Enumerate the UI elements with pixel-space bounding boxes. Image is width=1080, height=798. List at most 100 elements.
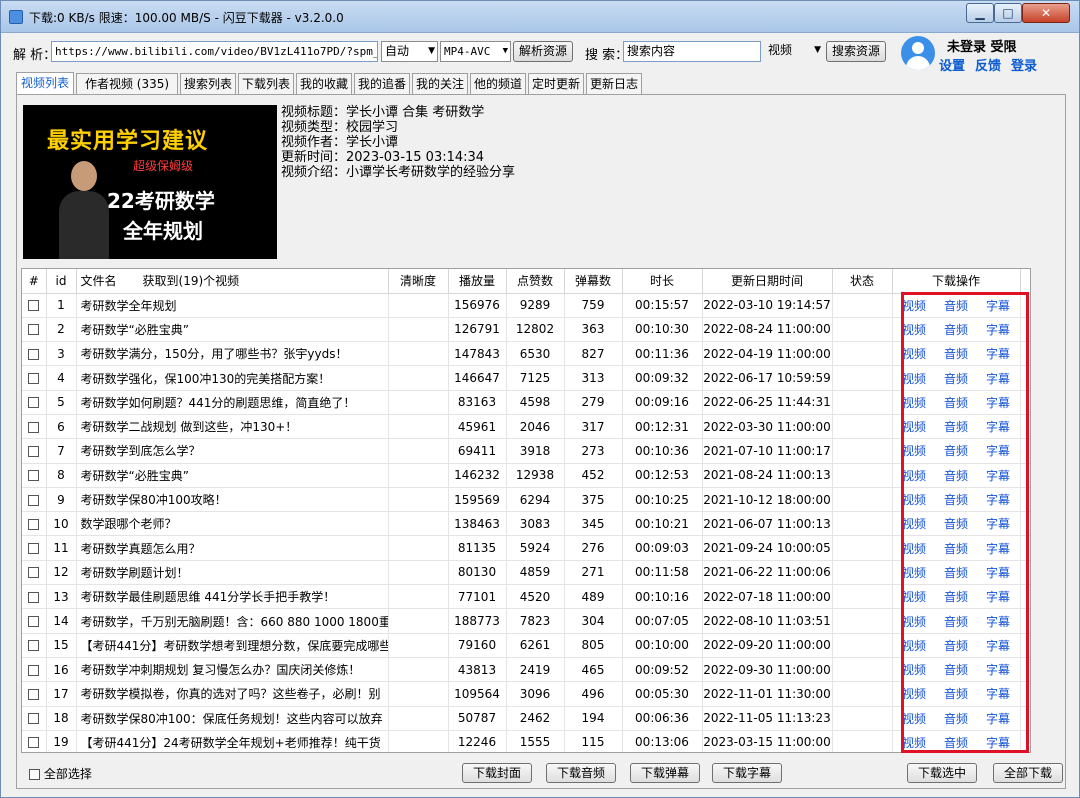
table-row[interactable]: 10 数学跟哪个老师？ 138463 3083 345 00:10:21 2021-06-0… [22, 511, 1030, 537]
cell-plays: 147843 [448, 341, 507, 367]
row-checkbox[interactable] [28, 543, 40, 555]
col-filler [1020, 269, 1030, 294]
table-row[interactable]: 16 考研数学冲刺期规划 复习慢怎么办？国庆闭关修炼！ 43813 2419 465 00… [22, 657, 1030, 683]
row-checkbox[interactable] [28, 688, 40, 700]
download-cover-button[interactable]: 下载封面 [462, 763, 532, 783]
download-subtitle-button[interactable]: 下载字幕 [712, 763, 782, 783]
row-checkbox[interactable] [28, 397, 40, 409]
search-button[interactable]: 搜索资源 [826, 41, 886, 62]
row-checkbox[interactable] [28, 300, 40, 312]
download-danmaku-button[interactable]: 下载弹幕 [630, 763, 700, 783]
title-bar[interactable]: 下载:0 KB/s 限速：100.00 MB/S - 闪豆下载器 - v3.2.… [1, 1, 1079, 33]
cell-plays: 77101 [448, 584, 507, 610]
row-checkbox[interactable] [28, 324, 40, 336]
cell-likes: 5924 [506, 535, 565, 561]
row-checkbox[interactable] [28, 373, 40, 385]
download-selected-button[interactable]: 下载选中 [907, 763, 977, 783]
col-name[interactable]: 文件名 获取到(19)个视频 [76, 269, 389, 294]
login-link[interactable]: 登录 [1011, 55, 1037, 74]
row-checkbox[interactable] [28, 737, 40, 749]
table-row[interactable]: 17 考研数学模拟卷，你真的选对了吗？这些卷子，必刷！别 109564 3096 496… [22, 681, 1030, 707]
col-likes[interactable]: 点赞数 [506, 269, 565, 294]
download-all-button[interactable]: 全部下载 [993, 763, 1063, 783]
cell-name: 考研数学保80冲100：保底任务规划！这些内容可以放弃 [76, 706, 389, 731]
cell-checkbox [22, 341, 47, 367]
row-checkbox[interactable] [28, 567, 40, 579]
thumb-tag: 超级保姆级 [133, 159, 194, 173]
row-checkbox[interactable] [28, 713, 40, 725]
video-title: 视频标题：学长小谭 合集 考研数学 [281, 105, 485, 120]
row-checkbox[interactable] [28, 494, 40, 506]
table-row[interactable]: 2 考研数学“必胜宝典” 126791 12802 363 00:10:30 2022-08… [22, 317, 1030, 343]
tab-channel[interactable]: 他的频道 [470, 73, 526, 95]
tab-search-list[interactable]: 搜索列表 [180, 73, 236, 95]
col-danmaku[interactable]: 弹幕数 [564, 269, 623, 294]
select-all[interactable]: 全部选择 [29, 765, 92, 782]
table-row[interactable]: 7 考研数学到底怎么学？ 69411 3918 273 00:10:36 2021-07-1… [22, 438, 1030, 464]
col-num[interactable]: # [22, 269, 47, 294]
col-quality[interactable]: 清晰度 [388, 269, 449, 294]
cell-checkbox [22, 560, 47, 586]
table-row[interactable]: 19 【考研441分】24考研数学全年规划+老师推荐！纯干货 12246 1555 11… [22, 730, 1030, 752]
mode-select[interactable]: 自动 ▼ [381, 41, 438, 62]
tab-following-series[interactable]: 我的追番 [354, 73, 410, 95]
cell-status [832, 511, 893, 537]
row-checkbox[interactable] [28, 421, 40, 433]
row-checkbox[interactable] [28, 445, 40, 457]
table-row[interactable]: 12 考研数学刷题计划！ 80130 4859 271 00:11:58 2021-06-2… [22, 560, 1030, 586]
tab-following[interactable]: 我的关注 [412, 73, 468, 95]
col-id[interactable]: id [46, 269, 77, 294]
tab-author-videos[interactable]: 作者视频 (335) [76, 73, 178, 95]
feedback-link[interactable]: 反馈 [975, 55, 1001, 74]
tab-video-list[interactable]: 视频列表 [16, 72, 74, 96]
table-row[interactable]: 9 考研数学保80冲100攻略！ 159569 6294 375 00:10:25 2021… [22, 487, 1030, 513]
cell-danmaku: 363 [564, 317, 623, 343]
minimize-button[interactable]: ▁ [966, 3, 994, 23]
row-checkbox[interactable] [28, 616, 40, 627]
search-input[interactable]: 搜索内容 [623, 41, 761, 62]
row-checkbox[interactable] [28, 470, 40, 482]
settings-link[interactable]: 设置 [939, 55, 965, 74]
select-all-checkbox[interactable] [29, 769, 40, 780]
table-row[interactable]: 5 考研数学如何刷题？441分的刷题思维，简直绝了！ 83163 4598 279 00:… [22, 390, 1030, 415]
table-row[interactable]: 1 考研数学全年规划 156976 9289 759 00:15:57 2022-03-10… [22, 293, 1030, 318]
table-row[interactable]: 14 考研数学，千万别无脑刷题！含：660 880 1000 1800重 18877… [22, 608, 1030, 634]
row-checkbox[interactable] [28, 640, 40, 652]
table-row[interactable]: 18 考研数学保80冲100：保底任务规划！这些内容可以放弃 50787 2462 19… [22, 706, 1030, 731]
cell-danmaku: 273 [564, 438, 623, 464]
row-checkbox[interactable] [28, 518, 40, 530]
col-status[interactable]: 状态 [832, 269, 893, 294]
cell-checkbox [22, 390, 47, 415]
col-duration[interactable]: 时长 [622, 269, 703, 294]
maximize-button[interactable]: □ [994, 3, 1022, 23]
download-audio-button[interactable]: 下载音频 [546, 763, 616, 783]
close-button[interactable]: ✕ [1022, 3, 1070, 23]
col-ops[interactable]: 下载操作 [892, 269, 1021, 294]
tab-favorites[interactable]: 我的收藏 [296, 73, 352, 95]
cell-plays: 138463 [448, 511, 507, 537]
tab-download-list[interactable]: 下载列表 [238, 73, 294, 95]
table-row[interactable]: 3 考研数学满分，150分，用了哪些书？张宇yyds！ 147843 6530 827 0… [22, 341, 1030, 367]
cell-duration: 00:10:30 [622, 317, 703, 343]
table-row[interactable]: 11 考研数学真题怎么用？ 81135 5924 276 00:09:03 2021-09-… [22, 535, 1030, 561]
row-checkbox[interactable] [28, 348, 40, 360]
parse-button[interactable]: 解析资源 [513, 41, 573, 62]
tab-scheduled-update[interactable]: 定时更新 [528, 73, 584, 95]
table-row[interactable]: 6 考研数学二战规划 做到这些，冲130+！ 45961 2046 317 00:12:3… [22, 414, 1030, 440]
avatar[interactable] [901, 36, 935, 70]
cell-plays: 126791 [448, 317, 507, 343]
table-row[interactable]: 15 【考研441分】考研数学想考到理想分数，保底要完成哪些 79160 6261 80… [22, 633, 1030, 658]
row-checkbox[interactable] [28, 591, 40, 603]
format-select[interactable]: MP4-AVC ▼ [440, 41, 511, 62]
table-row[interactable]: 4 考研数学强化，保100冲130的完美搭配方案！ 146647 7125 313 00:… [22, 365, 1030, 391]
row-checkbox[interactable] [28, 664, 40, 676]
url-input[interactable]: https://www.bilibili.com/video/BV1zL411o… [51, 41, 378, 62]
col-plays[interactable]: 播放量 [448, 269, 507, 294]
tab-changelog[interactable]: 更新日志 [586, 73, 642, 95]
table-row[interactable]: 8 考研数学“必胜宝典” 146232 12938 452 00:12:53 2021-08… [22, 463, 1030, 488]
cell-status [832, 293, 893, 318]
table-row[interactable]: 13 考研数学最佳刷题思维 441分学长手把手教学！ 77101 4520 489 00:… [22, 584, 1030, 610]
search-type-select[interactable]: 视频 ▼ [765, 41, 823, 62]
cell-quality [388, 317, 449, 343]
col-date[interactable]: 更新日期时间 [702, 269, 833, 294]
